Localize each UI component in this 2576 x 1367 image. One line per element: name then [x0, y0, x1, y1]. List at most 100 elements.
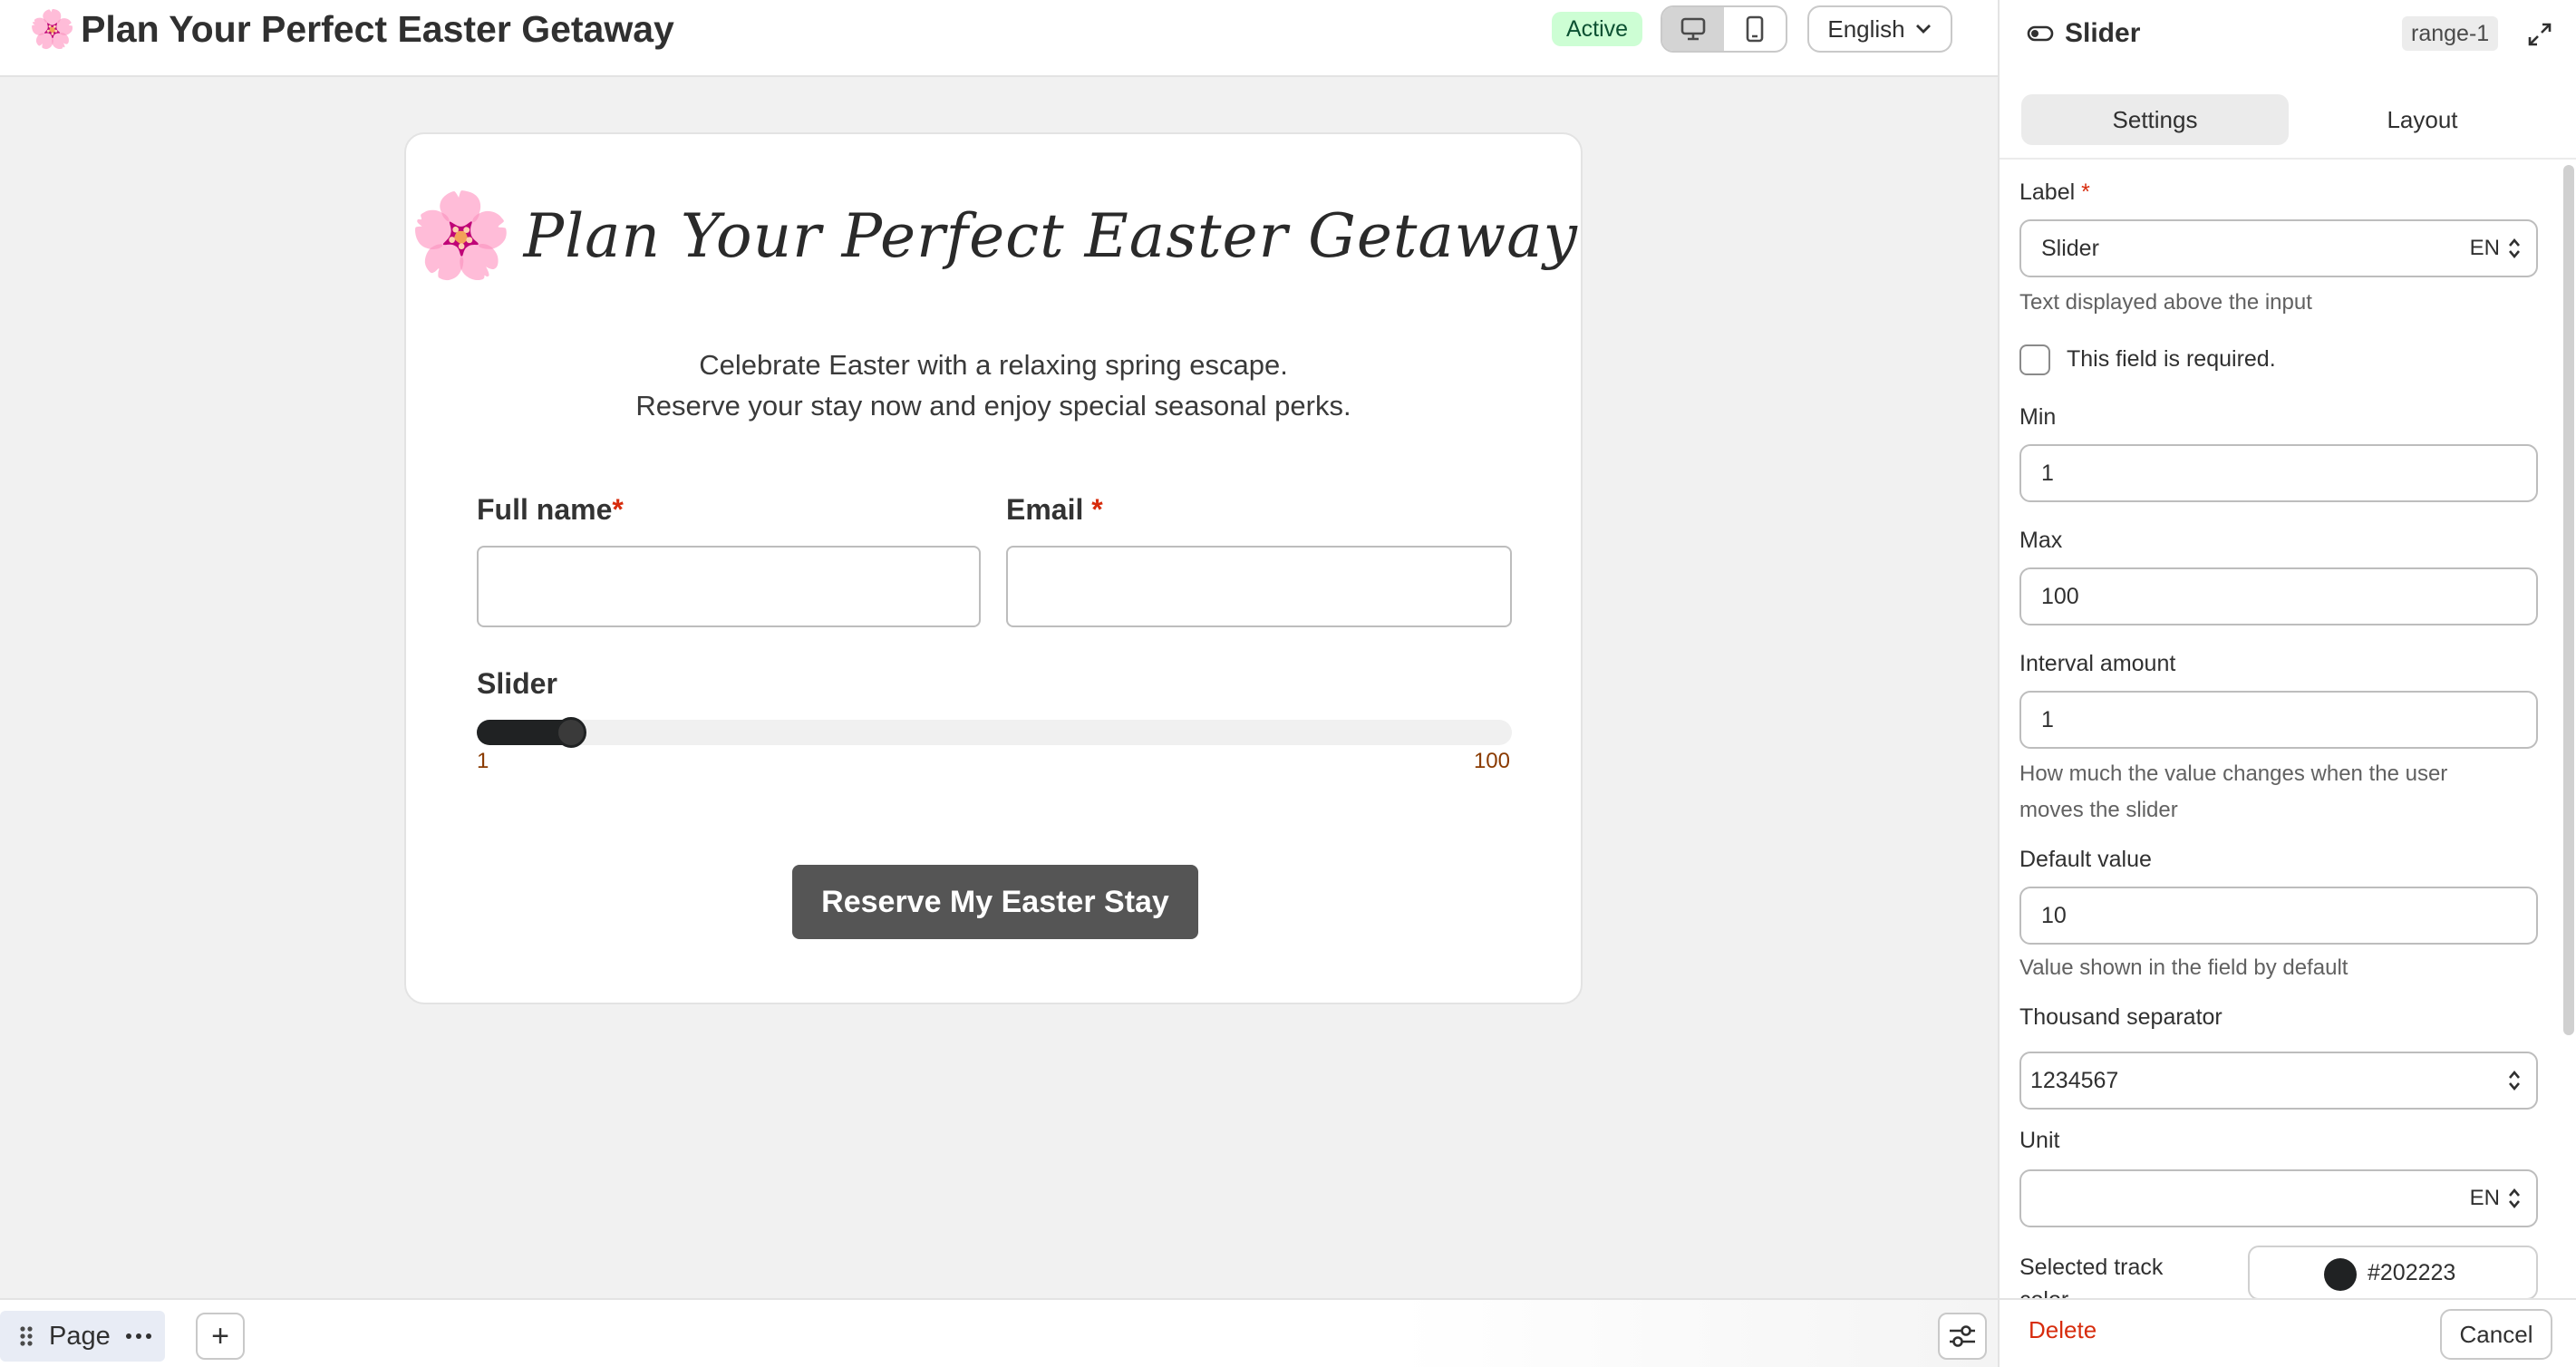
- page-title: 🌸 Plan Your Perfect Easter Getaway: [29, 7, 674, 52]
- slider-thumb[interactable]: [555, 717, 586, 748]
- interval-help-text: How much the value changes when the user…: [2019, 756, 2447, 829]
- settings-panel: Slider range-1 Settings Layout Label * S…: [1998, 0, 2576, 1367]
- thousand-separator-label: Thousand separator: [2019, 1004, 2223, 1030]
- thousand-separator-value: 1234567: [2030, 1067, 2119, 1093]
- panel-footer: Delete Cancel: [2000, 1298, 2576, 1367]
- form-heading: 🌸 Plan Your Perfect Easter Getaway: [406, 194, 1581, 277]
- max-label: Max: [2019, 528, 2063, 553]
- default-value-label: Default value: [2019, 847, 2152, 872]
- email-label-text: Email: [1006, 493, 1084, 526]
- label-input-value: Slider: [2041, 235, 2099, 261]
- unit-language-code: EN: [2469, 1186, 2500, 1210]
- panel-body: Label * Slider EN Text displayed above t…: [2000, 160, 2561, 1298]
- delete-button[interactable]: Delete: [2029, 1316, 2097, 1344]
- min-input-value: 1: [2041, 460, 2054, 486]
- default-value-help-text: Value shown in the field by default: [2019, 955, 2348, 980]
- interval-input-value: 1: [2041, 706, 2054, 732]
- slider-min-value: 1: [477, 749, 489, 773]
- expand-icon[interactable]: [2523, 18, 2556, 51]
- panel-title-text: Slider: [2065, 18, 2141, 48]
- track-color-label: Selected track color: [2019, 1251, 2163, 1298]
- page-chip[interactable]: Page: [0, 1311, 165, 1362]
- interval-input[interactable]: 1: [2019, 691, 2538, 749]
- max-input-value: 100: [2041, 583, 2079, 609]
- top-bar: 🌸 Plan Your Perfect Easter Getaway Activ…: [0, 0, 1998, 77]
- mobile-icon: [1746, 15, 1764, 43]
- thousand-separator-select[interactable]: 1234567: [2019, 1052, 2538, 1110]
- status-badge: Active: [1552, 12, 1643, 46]
- page-title-text: Plan Your Perfect Easter Getaway: [81, 8, 674, 50]
- panel-scrollbar[interactable]: [2563, 165, 2574, 1035]
- cancel-button[interactable]: Cancel: [2440, 1309, 2552, 1360]
- email-input[interactable]: [1006, 546, 1512, 627]
- cherry-blossom-icon: 🌸: [29, 7, 76, 51]
- slider-label: Slider: [477, 667, 557, 700]
- full-name-label-text: Full name: [477, 493, 613, 526]
- panel-tabs: Settings Layout: [2021, 94, 2556, 145]
- label-language-select[interactable]: EN: [2470, 221, 2522, 276]
- page-chip-label: Page: [49, 1321, 111, 1351]
- interval-help-line-1: How much the value changes when the user: [2019, 761, 2448, 786]
- element-id-badge: range-1: [2402, 16, 2499, 51]
- required-asterisk: *: [1091, 493, 1103, 526]
- required-asterisk: *: [2081, 179, 2090, 205]
- slider-max-value: 100: [1473, 749, 1510, 773]
- interval-label: Interval amount: [2019, 651, 2176, 676]
- track-color-hex: #202223: [2368, 1259, 2456, 1285]
- panel-header: Slider range-1: [2000, 0, 2576, 69]
- reserve-button[interactable]: Reserve My Easter Stay: [792, 865, 1198, 939]
- thousand-separator-chevron: [2507, 1053, 2522, 1108]
- mobile-view-button[interactable]: [1724, 7, 1786, 51]
- bottom-bar: Page +: [0, 1298, 1998, 1367]
- form-subtitle-line-2: Reserve your stay now and enjoy special …: [635, 390, 1351, 422]
- default-value-input[interactable]: 10: [2019, 887, 2538, 945]
- label-field-label: Label *: [2019, 179, 2090, 206]
- tab-layout[interactable]: Layout: [2289, 94, 2556, 145]
- label-field-label-text: Label: [2019, 179, 2076, 205]
- label-help-text: Text displayed above the input: [2019, 290, 2312, 315]
- slider-track[interactable]: [477, 717, 1512, 748]
- drag-handle-icon[interactable]: [18, 1324, 34, 1348]
- track-color-label-line-2: color: [2019, 1284, 2163, 1298]
- chevron-down-icon: [1915, 24, 1931, 34]
- add-page-button[interactable]: +: [196, 1313, 245, 1360]
- max-input[interactable]: 100: [2019, 567, 2538, 625]
- unit-label: Unit: [2019, 1128, 2060, 1153]
- label-input[interactable]: Slider EN: [2019, 219, 2538, 277]
- panel-title: Slider: [2027, 18, 2140, 49]
- form-subtitle-line-1: Celebrate Easter with a relaxing spring …: [699, 349, 1288, 381]
- more-options-icon[interactable]: [125, 1333, 152, 1340]
- default-value-input-value: 10: [2041, 902, 2067, 928]
- form-heading-text: Plan Your Perfect Easter Getaway: [523, 200, 1578, 271]
- form-preview-card: 🌸 Plan Your Perfect Easter Getaway Celeb…: [404, 132, 1583, 1004]
- language-select[interactable]: English: [1807, 5, 1952, 53]
- label-language-code: EN: [2469, 236, 2500, 260]
- desktop-icon: [1680, 17, 1706, 41]
- required-checkbox[interactable]: [2019, 344, 2050, 375]
- desktop-view-button[interactable]: [1662, 7, 1724, 51]
- unit-language-select[interactable]: EN: [2470, 1171, 2522, 1226]
- unit-input[interactable]: EN: [2019, 1169, 2538, 1227]
- color-swatch[interactable]: [2324, 1258, 2357, 1291]
- full-name-label: Full name*: [477, 493, 624, 527]
- chevron-up-down-icon: [2509, 1070, 2520, 1091]
- required-asterisk: *: [612, 493, 624, 526]
- interval-help-line-2: moves the slider: [2019, 798, 2178, 822]
- chevron-up-down-icon: [2509, 1188, 2520, 1209]
- language-select-value: English: [1827, 15, 1905, 43]
- chevron-up-down-icon: [2509, 238, 2520, 259]
- min-input[interactable]: 1: [2019, 444, 2538, 502]
- form-subtitle: Celebrate Easter with a relaxing spring …: [406, 344, 1581, 426]
- full-name-input[interactable]: [477, 546, 981, 627]
- min-label: Min: [2019, 404, 2057, 430]
- sliders-icon: [1950, 1325, 1975, 1347]
- form-settings-button[interactable]: [1938, 1313, 1987, 1360]
- slider-toggle-icon: [2027, 25, 2054, 42]
- email-label: Email *: [1006, 493, 1103, 527]
- tab-settings[interactable]: Settings: [2021, 94, 2289, 145]
- required-checkbox-label: This field is required.: [2067, 346, 2276, 372]
- track-color-label-line-1: Selected track: [2019, 1255, 2164, 1280]
- track-color-picker[interactable]: #202223: [2248, 1246, 2538, 1298]
- device-toggle: [1661, 5, 1787, 53]
- cherry-blossom-icon: 🌸: [409, 187, 513, 284]
